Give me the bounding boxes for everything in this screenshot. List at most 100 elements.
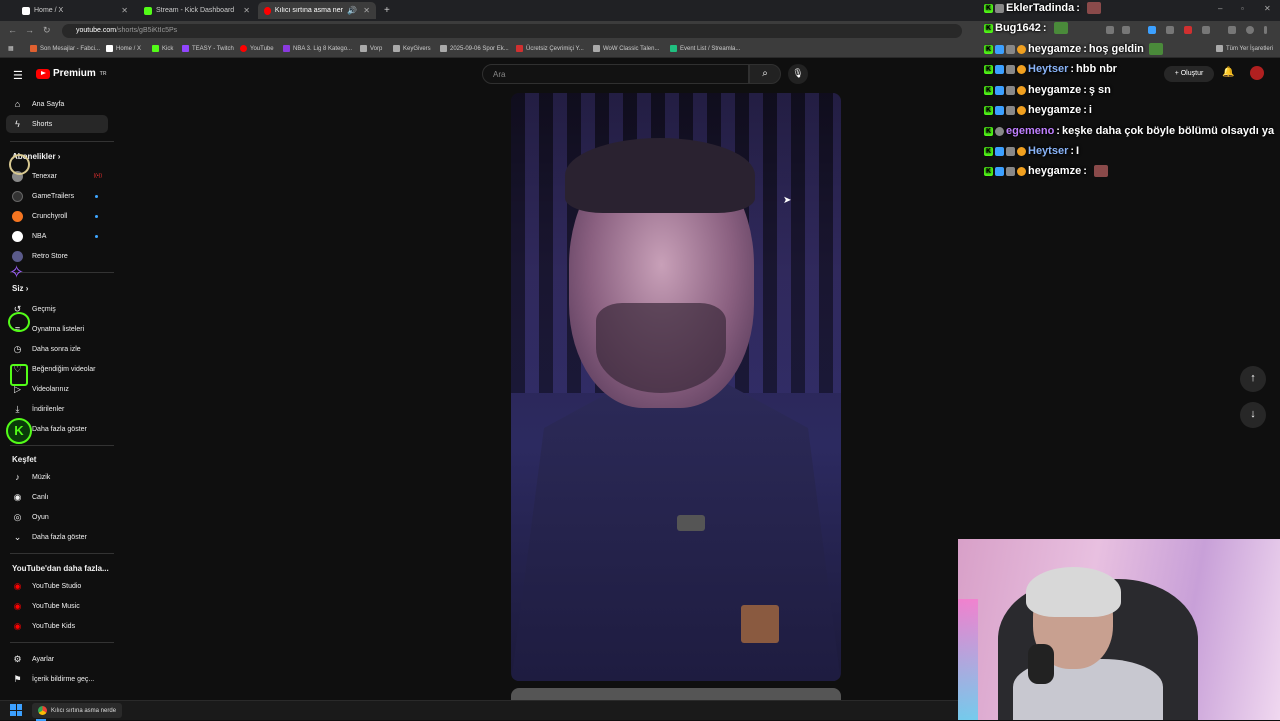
previous-short-button[interactable]: ↑ [1240,366,1266,392]
tab-x[interactable]: Home / X ✕ [16,2,134,19]
chat-username: heygamze [1028,165,1082,177]
shorts-video-player[interactable] [511,93,841,681]
close-tab-icon[interactable]: ✕ [121,6,128,15]
verified-badge-icon [995,105,1004,115]
chat-separator: : [1083,104,1087,116]
new-content-dot [95,214,98,218]
folder-icon [393,45,400,52]
new-tab-button[interactable]: + [378,2,396,19]
sidebar-item-label: Daha fazla göster [32,533,87,541]
verified-badge-icon [995,64,1004,74]
logo-country: TR [99,70,107,77]
bookmark[interactable]: NBA 3. Lig 8 Katego... [283,45,352,52]
url-field[interactable]: youtube.com/shorts/gB5iKtIc5Ps [62,24,962,38]
search-placeholder: Ara [493,70,506,79]
bookmark[interactable]: WoW Classic Talen... [593,45,659,52]
chat-text: hoş geldin [1088,43,1144,55]
sidebar-item-live[interactable]: ◉ Canlı [6,488,108,506]
sidebar-item-label: Daha fazla göster [32,425,87,433]
sidebar-item-settings[interactable]: ⚙ Ayarlar [6,650,108,668]
tab-label: Home / X [34,7,64,14]
channel-avatar [12,230,23,242]
chat-username: heygamze [1028,104,1082,116]
folder-icon [360,45,367,52]
bookmark-label: Ücretsiz Çevrimiçi Y... [526,45,584,52]
sidebar: ⌂ Ana Sayfa ϟ Shorts Abonelikler › Tenexar… [0,90,118,700]
sidebar-item-channel[interactable]: Crunchyroll [6,207,108,225]
windows-start-icon[interactable] [10,704,22,716]
chat-message: K heygamze : hoş geldin [984,39,1163,59]
hamburger-menu-icon[interactable]: ☰ [13,69,23,82]
tab-label: Stream - Kick Dashboard [156,7,235,14]
search-button[interactable]: ⌕ [749,64,781,84]
bookmark-favicon-icon [516,45,523,52]
arrow-down-icon: ↓ [1250,408,1256,420]
sidebar-item-downloads[interactable]: ⤓ İndirilenler [6,400,108,418]
you-header[interactable]: Siz › [12,284,28,293]
bookmark-label: WoW Classic Talen... [603,45,660,52]
next-short-button[interactable]: ↓ [1240,402,1266,428]
bookmark-favicon-icon [593,45,600,52]
bookmark[interactable]: KeyGivers [393,45,431,52]
bookmark[interactable]: Son Mesajlar - Fabci... [30,45,100,52]
sidebar-item-report[interactable]: ⚑ İçerik bildirme geç... [6,670,108,688]
gift-badge-icon [1017,166,1026,176]
bookmark[interactable]: Kick [152,45,173,52]
sidebar-item-channel[interactable]: NBA [6,227,108,245]
sidebar-item-show-more[interactable]: ⌄ Daha fazla göster [6,528,108,546]
speaker-icon[interactable]: 🔊 [347,6,357,15]
bookmark[interactable]: YouTube [240,45,274,52]
sidebar-item-label: Crunchyroll [32,212,68,220]
voice-search-button[interactable]: 🎙 [788,64,808,84]
sidebar-item-label: YouTube Studio [32,582,82,590]
bookmark[interactable]: Event List / Streamla... [670,45,740,52]
back-icon[interactable]: ← [8,25,17,35]
kick-badge-icon: K [984,64,993,74]
bookmark[interactable]: Ücretsiz Çevrimiçi Y... [516,45,584,52]
bookmark[interactable]: TEASY - Twitch [182,45,234,52]
bookmark-label: Home / X [116,45,142,52]
sidebar-item-music[interactable]: ♪ Müzik [6,468,108,486]
sidebar-item-gaming[interactable]: ◎ Oyun [6,508,108,526]
youtube-premium-logo[interactable]: Premium TR [36,68,106,79]
taskbar-chrome-app[interactable]: Kılıcı sırtına asma nerde [32,703,123,718]
divider [10,642,114,643]
sidebar-item-studio[interactable]: ◉ YouTube Studio [6,577,108,595]
bookmark[interactable]: Vorp [360,45,382,52]
gift-badge-icon [1017,85,1026,95]
bookmark[interactable]: Home / X [106,45,141,52]
stream-chat-overlay: K EklerTadinda : K Bug1642 : K heygamze … [980,0,1280,185]
sidebar-item-kids[interactable]: ◉ YouTube Kids [6,617,108,635]
search-input[interactable]: Ara [482,64,749,84]
tab-kick[interactable]: Stream - Kick Dashboard ✕ [138,2,256,19]
kick-badge-icon: K [984,23,993,33]
sidebar-item-music-app[interactable]: ◉ YouTube Music [6,597,108,615]
reload-icon[interactable]: ↻ [43,25,51,36]
bookmark-favicon-icon [670,45,677,52]
sidebar-item-channel[interactable]: GameTrailers [6,187,108,205]
sidebar-item-label: Oyun [32,513,49,521]
kick-badge-icon: K [984,126,993,136]
lapel-mic [677,515,705,531]
sidebar-item-shorts[interactable]: ϟ Shorts [6,115,108,133]
divider [10,141,114,142]
close-tab-icon[interactable]: ✕ [243,6,250,15]
video-hair [565,138,755,213]
bookmark-favicon-icon [106,45,113,52]
video-shirt [511,383,841,681]
close-tab-icon[interactable]: ✕ [363,6,370,15]
forward-icon[interactable]: → [25,25,34,35]
bookmark[interactable]: 2025-09-06 Spor Ek... [440,45,509,52]
sidebar-item-label: İçerik bildirme geç... [32,675,95,683]
apps-icon[interactable]: ▦ [8,45,14,52]
url-path: /shorts/gB5iKtIc5Ps [116,27,178,34]
tab-youtube[interactable]: Kılıcı sırtına asma nerden g… 🔊 ✕ [258,2,376,19]
sidebar-item-home[interactable]: ⌂ Ana Sayfa [6,95,108,113]
next-short-preview[interactable] [511,688,841,700]
you-label: Siz [12,284,24,293]
sidebar-item-watch-later[interactable]: ◷ Daha sonra izle [6,340,108,358]
sub-badge-icon [1006,105,1015,115]
sidebar-item-label: Shorts [32,120,53,128]
taskbar: Kılıcı sırtına asma nerde [0,700,958,721]
chat-separator: : [1083,165,1087,177]
